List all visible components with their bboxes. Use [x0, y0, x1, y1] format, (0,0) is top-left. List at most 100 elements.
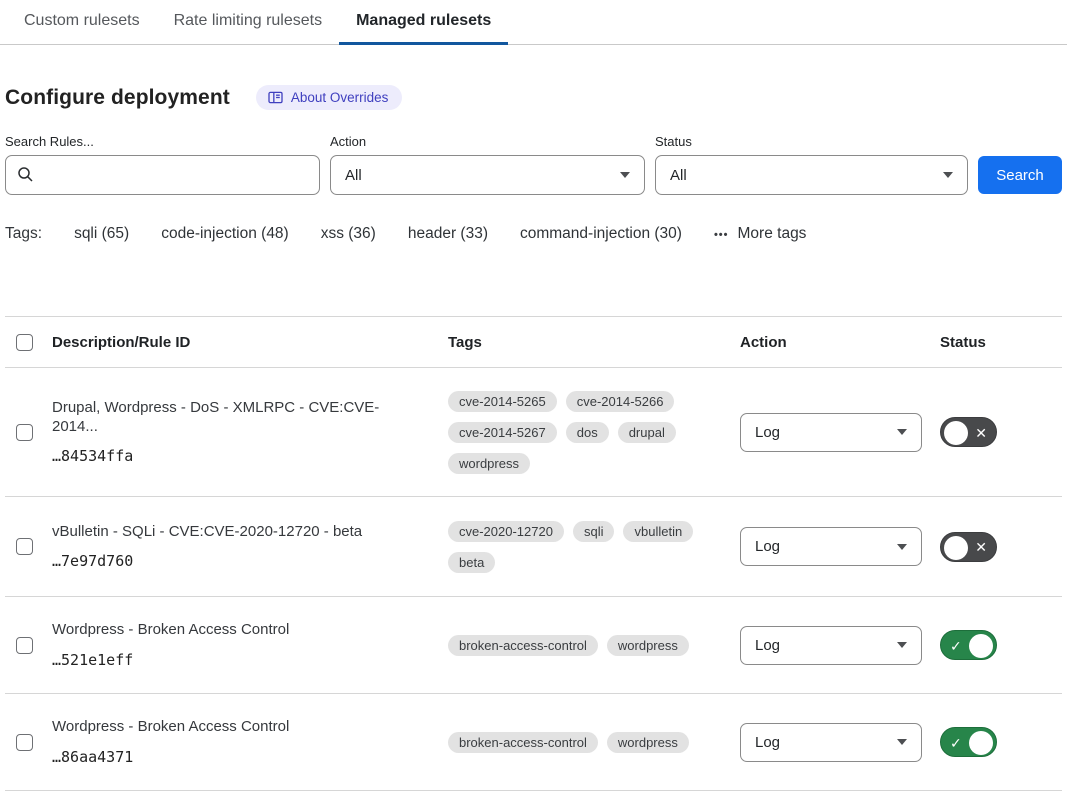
toggle-state-icon: ✓ [950, 631, 962, 661]
select-all-checkbox[interactable] [16, 334, 33, 351]
row-checkbox[interactable] [16, 734, 33, 751]
rule-tags: cve-2020-12720 sqli vbulletin beta [448, 521, 740, 573]
tab-rate-limiting-rulesets[interactable]: Rate limiting rulesets [157, 0, 340, 45]
rule-tags: broken-access-control wordpress [448, 635, 740, 656]
chevron-down-icon [897, 642, 907, 648]
row-action-select[interactable]: Log [740, 626, 922, 665]
table-row: Wordpress - Broken Access Control …521e1… [5, 597, 1062, 694]
action-select-value: All [345, 167, 362, 184]
row-action-value: Log [755, 734, 780, 751]
toggle-state-icon: ✕ [975, 418, 987, 448]
tag-pill: wordpress [607, 732, 689, 753]
ellipsis-icon: ••• [714, 229, 729, 241]
heading-row: Configure deployment About Overrides [5, 85, 1062, 110]
toggle-knob [944, 421, 968, 445]
tags-bar-label: Tags: [5, 225, 42, 243]
tag-pill: cve-2014-5267 [448, 422, 557, 443]
toggle-state-icon: ✕ [975, 533, 987, 563]
rule-description: vBulletin - SQLi - CVE:CVE-2020-12720 - … [52, 523, 412, 542]
action-select[interactable]: All [330, 155, 645, 195]
toggle-knob [969, 731, 993, 755]
row-action-value: Log [755, 424, 780, 441]
tag-link-header[interactable]: header (33) [408, 225, 488, 243]
about-overrides-label: About Overrides [291, 90, 389, 105]
col-header-tags: Tags [448, 334, 740, 351]
tag-pill: beta [448, 552, 495, 573]
tag-link-xss[interactable]: xss (36) [321, 225, 376, 243]
row-action-value: Log [755, 637, 780, 654]
book-open-icon [268, 91, 283, 104]
rule-id: …521e1eff [52, 651, 412, 669]
tag-link-command-injection[interactable]: command-injection (30) [520, 225, 682, 243]
about-overrides-badge[interactable]: About Overrides [256, 85, 403, 110]
tab-custom-rulesets[interactable]: Custom rulesets [7, 0, 157, 45]
tag-link-sqli[interactable]: sqli (65) [74, 225, 129, 243]
search-input[interactable] [5, 155, 320, 195]
table-row: Wordpress - Broken Access Control …86aa4… [5, 694, 1062, 791]
action-field: Action All [330, 134, 645, 195]
search-label: Search Rules... [5, 134, 320, 149]
status-toggle[interactable]: ✕ [940, 417, 997, 447]
toggle-knob [969, 634, 993, 658]
search-button[interactable]: Search [978, 156, 1062, 194]
rule-tags: cve-2014-5265 cve-2014-5266 cve-2014-526… [448, 391, 740, 474]
tag-pill: vbulletin [623, 521, 693, 542]
more-tags-label: More tags [738, 225, 807, 243]
tags-bar: Tags: sqli (65) code-injection (48) xss … [5, 225, 1062, 243]
page-title: Configure deployment [5, 86, 230, 110]
chevron-down-icon [897, 544, 907, 550]
row-action-select[interactable]: Log [740, 723, 922, 762]
status-toggle[interactable]: ✕ [940, 532, 997, 562]
more-tags-button[interactable]: ••• More tags [714, 225, 806, 243]
row-checkbox[interactable] [16, 637, 33, 654]
rule-id: …7e97d760 [52, 552, 412, 570]
row-checkbox[interactable] [16, 538, 33, 555]
row-action-select[interactable]: Log [740, 527, 922, 566]
ruleset-tabbar: Custom rulesets Rate limiting rulesets M… [0, 0, 1067, 45]
tag-pill: wordpress [448, 453, 530, 474]
tag-pill: dos [566, 422, 609, 443]
table-header-row: Description/Rule ID Tags Action Status [5, 317, 1062, 368]
search-icon [17, 166, 34, 188]
rule-id: …86aa4371 [52, 748, 412, 766]
row-checkbox[interactable] [16, 424, 33, 441]
filter-row: Search Rules... Action All Status All [5, 134, 1062, 195]
rules-table: Description/Rule ID Tags Action Status D… [5, 316, 1062, 791]
rule-id: …84534ffa [52, 447, 412, 465]
status-field: Status All [655, 134, 968, 195]
col-header-action: Action [740, 334, 940, 351]
col-header-status: Status [940, 334, 1062, 351]
tag-link-code-injection[interactable]: code-injection (48) [161, 225, 289, 243]
tab-managed-rulesets[interactable]: Managed rulesets [339, 0, 508, 45]
search-field: Search Rules... [5, 134, 320, 195]
chevron-down-icon [620, 172, 630, 178]
action-label: Action [330, 134, 645, 149]
toggle-knob [944, 536, 968, 560]
rule-description: Wordpress - Broken Access Control [52, 621, 412, 640]
table-row: Drupal, Wordpress - DoS - XMLRPC - CVE:C… [5, 368, 1062, 497]
tag-pill: sqli [573, 521, 615, 542]
rule-tags: broken-access-control wordpress [448, 732, 740, 753]
row-action-value: Log [755, 538, 780, 555]
status-label: Status [655, 134, 968, 149]
status-toggle[interactable]: ✓ [940, 727, 997, 757]
chevron-down-icon [897, 429, 907, 435]
tag-pill: cve-2020-12720 [448, 521, 564, 542]
tag-pill: cve-2014-5265 [448, 391, 557, 412]
chevron-down-icon [897, 739, 907, 745]
row-action-select[interactable]: Log [740, 413, 922, 452]
status-select[interactable]: All [655, 155, 968, 195]
chevron-down-icon [943, 172, 953, 178]
tag-pill: broken-access-control [448, 732, 598, 753]
status-select-value: All [670, 167, 687, 184]
table-row: vBulletin - SQLi - CVE:CVE-2020-12720 - … [5, 497, 1062, 597]
status-toggle[interactable]: ✓ [940, 630, 997, 660]
tag-pill: cve-2014-5266 [566, 391, 675, 412]
tag-pill: drupal [618, 422, 676, 443]
tag-pill: broken-access-control [448, 635, 598, 656]
rule-description: Drupal, Wordpress - DoS - XMLRPC - CVE:C… [52, 399, 412, 437]
toggle-state-icon: ✓ [950, 728, 962, 758]
tag-pill: wordpress [607, 635, 689, 656]
rule-description: Wordpress - Broken Access Control [52, 718, 412, 737]
col-header-description: Description/Rule ID [52, 334, 448, 351]
